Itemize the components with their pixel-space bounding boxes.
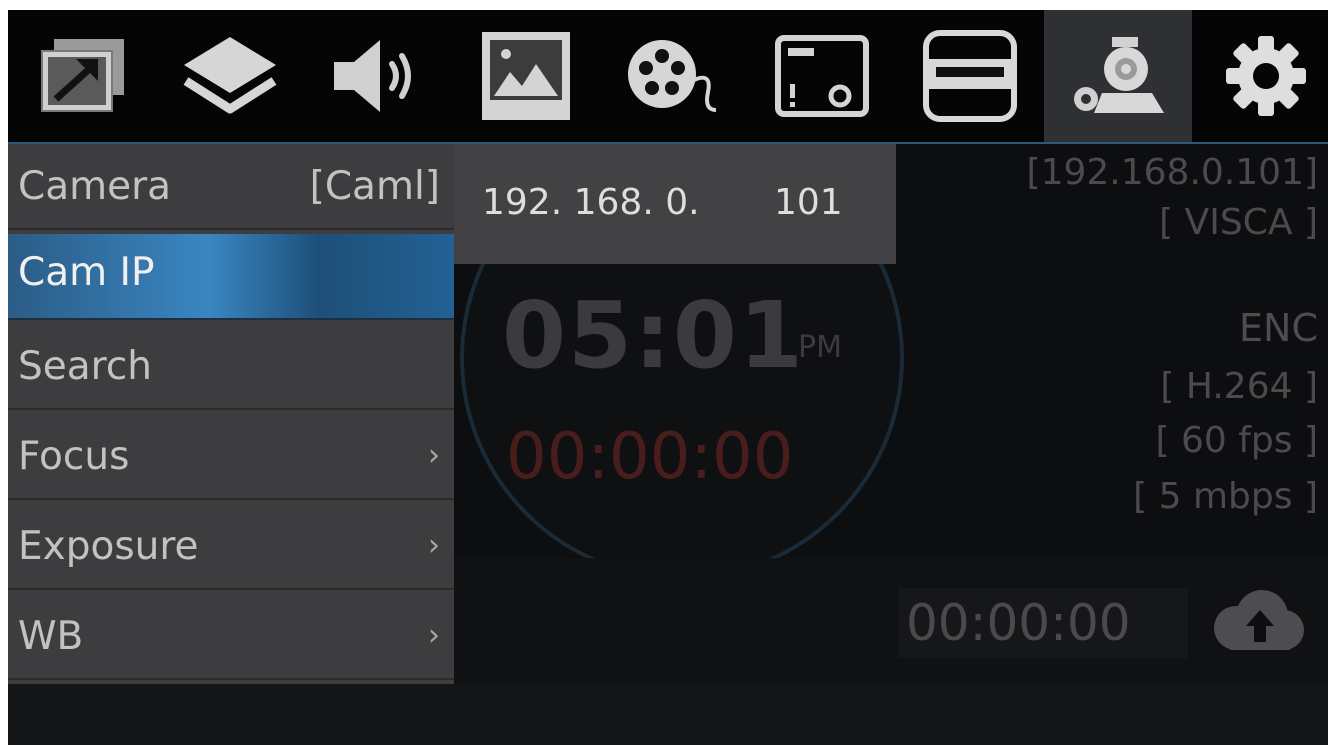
hdmi-button[interactable] [896, 10, 1044, 142]
speaker-icon [334, 40, 411, 112]
layers-icon [183, 37, 277, 114]
menu-item-label: Search [18, 344, 152, 389]
image-icon [482, 32, 570, 120]
menu-item-cam-ip[interactable]: Cam IP [8, 234, 454, 320]
settings-button[interactable] [1192, 10, 1328, 142]
menu-item-camera[interactable]: Camera [Caml] [8, 144, 454, 230]
bottom-status-bar [8, 684, 1328, 745]
camera-protocol-readout: [ VISCA ] [1159, 202, 1318, 243]
ip-prefix: 192. 168. 0. [482, 182, 700, 223]
menu-item-search[interactable]: Search [8, 324, 454, 410]
menu-item-focus[interactable]: Focus › [8, 414, 454, 500]
overlay-window-icon [775, 35, 869, 117]
encoder-bitrate: [ 5 mbps ] [1133, 476, 1318, 517]
camera-menu: Camera [Caml] Cam IP Search Focus › Expo… [8, 144, 454, 684]
external-output-icon [41, 39, 124, 112]
cloud-upload-icon[interactable] [1206, 588, 1306, 652]
encoder-label: ENC [1239, 306, 1318, 350]
film-reel-icon [628, 40, 717, 112]
ip-editor[interactable]: 192. 168. 0. 101 [454, 144, 896, 264]
chevron-right-icon: › [428, 618, 440, 653]
menu-item-exposure[interactable]: Exposure › [8, 504, 454, 590]
image-button[interactable] [452, 10, 600, 142]
chevron-right-icon: › [428, 438, 440, 473]
menu-item-label: Exposure [18, 524, 199, 569]
audio-button[interactable] [304, 10, 452, 142]
encoder-codec: [ H.264 ] [1160, 366, 1318, 407]
menu-item-value: [Caml] [309, 164, 440, 209]
external-output-button[interactable] [8, 10, 156, 142]
ip-octet-field[interactable]: 101 [774, 182, 843, 223]
menu-item-label: WB [18, 614, 84, 659]
layers-button[interactable] [156, 10, 304, 142]
hdmi-icon [923, 30, 1017, 122]
menu-item-label: Focus [18, 434, 130, 479]
overlay-button[interactable] [748, 10, 896, 142]
gear-icon [1226, 36, 1306, 116]
stream-bar [454, 558, 1328, 684]
menu-item-label: Cam IP [18, 250, 155, 295]
chevron-right-icon: › [428, 528, 440, 563]
device-screen: [192.168.0.101] [ VISCA ] ENC [ H.264 ] … [8, 10, 1328, 745]
menu-item-label: Camera [18, 164, 172, 209]
camera-ip-readout: [192.168.0.101] [1026, 152, 1318, 193]
media-button[interactable] [600, 10, 748, 142]
encoder-fps: [ 60 fps ] [1155, 420, 1318, 461]
clock-ampm: PM [798, 330, 842, 365]
menu-item-wb[interactable]: WB › [8, 594, 454, 680]
record-timer: 00:00:00 [506, 420, 794, 494]
camera-settings-button[interactable] [1044, 10, 1192, 142]
clock-time: 05:01 [502, 282, 805, 389]
camera-settings-icon [1074, 37, 1164, 113]
stream-timer: 00:00:00 [906, 594, 1131, 652]
top-toolbar [8, 10, 1328, 144]
